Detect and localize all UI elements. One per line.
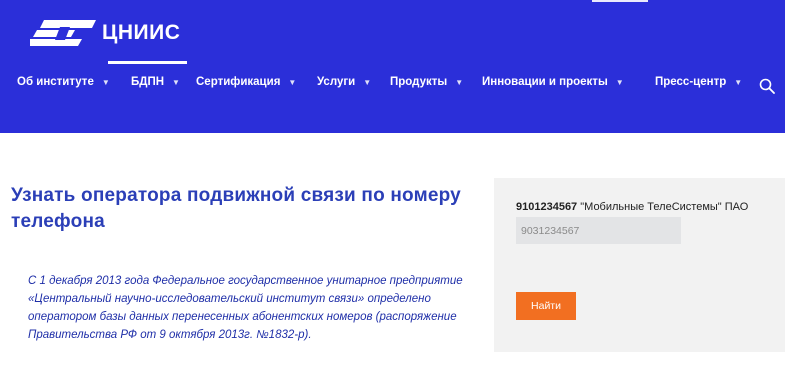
chevron-down-icon: ▼: [288, 77, 297, 87]
notice-text: С 1 декабря 2013 года Федеральное госуда…: [28, 275, 463, 341]
nav-item-press-center[interactable]: Пресс-центр ▼: [655, 76, 742, 88]
phone-number-input[interactable]: [516, 217, 681, 244]
nav-item-about[interactable]: Об институте ▼: [17, 76, 110, 88]
search-icon[interactable]: [759, 78, 775, 94]
nav-item-label: Пресс-центр: [655, 76, 727, 88]
chevron-down-icon: ▼: [734, 77, 743, 87]
nav-item-services[interactable]: Услуги ▼: [317, 76, 371, 88]
nav-item-label: БДПН: [131, 76, 165, 88]
logo-underline: [108, 61, 187, 64]
result-operator-name: "Мобильные ТелеСистемы" ПАО: [580, 201, 749, 213]
chevron-down-icon: ▼: [615, 77, 624, 87]
nav-item-innovations[interactable]: Инновации и проекты ▼: [482, 76, 624, 88]
chevron-down-icon: ▼: [172, 77, 180, 87]
find-button[interactable]: Найти: [516, 292, 576, 320]
result-phone-number: 9101234567: [516, 201, 578, 213]
nav-item-label: Продукты: [390, 76, 448, 88]
main-navigation: Об институте ▼ БДПН ▼ Сертификация ▼ Усл…: [0, 76, 785, 96]
chevron-down-icon: ▼: [455, 77, 464, 87]
chevron-down-icon: ▼: [101, 77, 110, 87]
site-logo[interactable]: ЦНИИС: [30, 18, 180, 48]
nav-item-label: Об институте: [17, 76, 94, 88]
operator-lookup-panel: 9101234567 "Мобильные ТелеСистемы" ПАО Н…: [494, 178, 785, 352]
nav-item-label: Услуги: [317, 76, 356, 88]
chevron-down-icon: ▼: [363, 77, 372, 87]
nav-item-bdpn[interactable]: БДПН ▼: [131, 76, 180, 88]
site-header: ЦНИИС Об институте ▼ БДПН ▼ Сертификация…: [0, 0, 785, 133]
lookup-result: 9101234567 "Мобильные ТелеСистемы" ПАО: [516, 201, 748, 213]
nav-item-label: Сертификация: [196, 76, 281, 88]
top-indicator: [592, 0, 648, 2]
logo-mark-icon: [30, 20, 96, 46]
nav-item-certification[interactable]: Сертификация ▼: [196, 76, 296, 88]
nav-item-products[interactable]: Продукты ▼: [390, 76, 463, 88]
page-title: Узнать оператора подвижной связи по номе…: [11, 185, 461, 232]
logo-text: ЦНИИС: [102, 21, 181, 44]
nav-item-label: Инновации и проекты: [482, 76, 608, 88]
